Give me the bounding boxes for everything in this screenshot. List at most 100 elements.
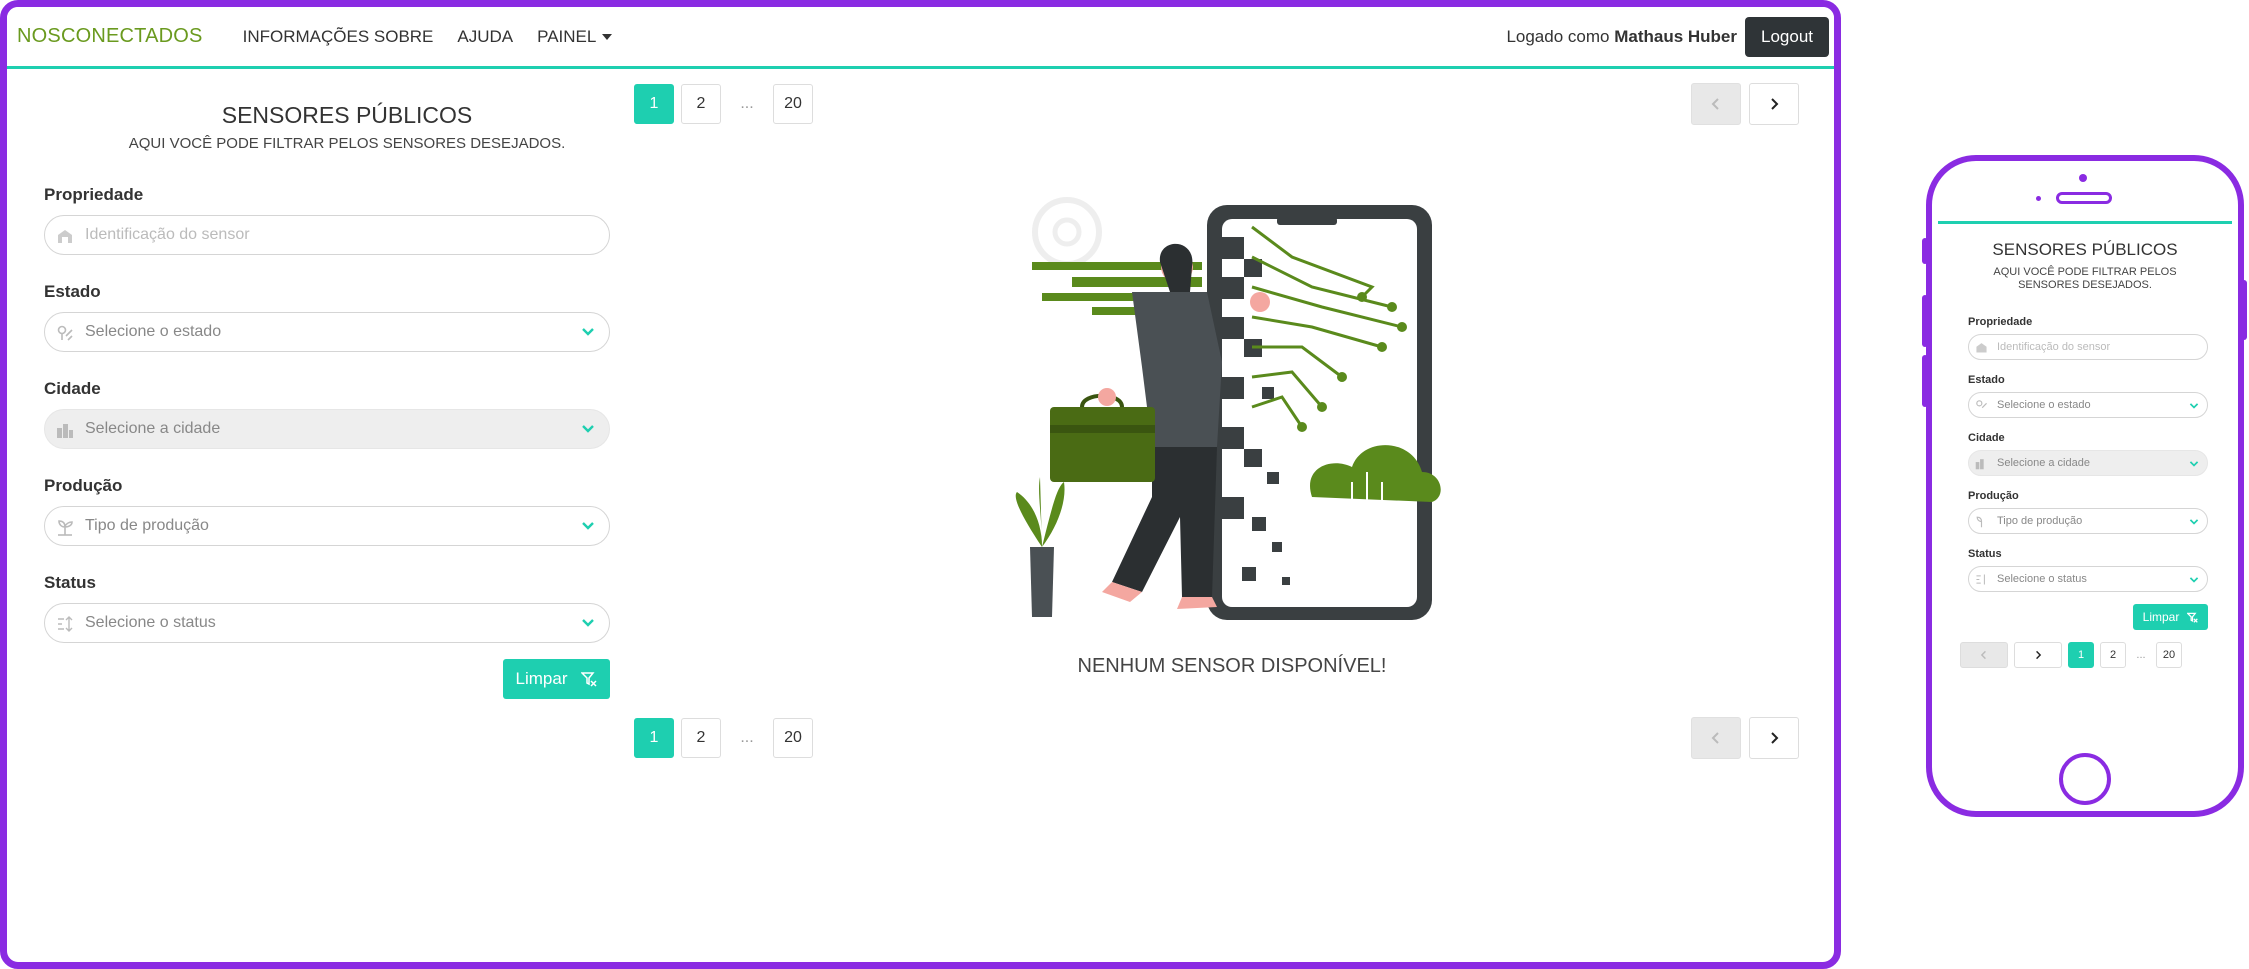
- mobile-next-page-button[interactable]: [2014, 642, 2062, 668]
- chevron-down-icon: [582, 522, 594, 530]
- page-button[interactable]: 20: [773, 84, 813, 124]
- nav-panel-label: PAINEL: [537, 26, 597, 46]
- status-value: Selecione o status: [85, 614, 216, 631]
- mobile-page-subtitle: AQUI VOCÊ PODE FILTRAR PELOS SENSORES DE…: [1993, 266, 2177, 291]
- mobile-clear-filters-button[interactable]: Limpar: [2133, 604, 2208, 630]
- state-value: Selecione o estado: [85, 323, 222, 340]
- chevron-left-icon: [1711, 98, 1719, 110]
- page-button[interactable]: 1: [634, 718, 674, 758]
- mobile-filter-panel: Propriedade Identificação do sensor Esta…: [1968, 316, 2208, 630]
- property-label: Propriedade: [44, 185, 144, 204]
- empty-state-message: NENHUM SENSOR DISPONÍVEL!: [1077, 655, 1387, 677]
- chevron-down-icon: [2189, 577, 2199, 583]
- phone-home-button[interactable]: [2059, 753, 2111, 805]
- chevron-down-icon: [582, 619, 594, 627]
- page-button[interactable]: 2: [681, 718, 721, 758]
- state-label: Estado: [44, 282, 101, 301]
- mobile-status-value: Selecione o status: [1997, 573, 2087, 585]
- logged-as-label: Logado como: [1506, 26, 1610, 46]
- navbar: NOSCONECTADOS INFORMAÇÕES SOBRE AJUDA PA…: [7, 7, 1834, 69]
- mobile-production-label: Produção: [1968, 490, 2019, 502]
- production-select[interactable]: Tipo de produção: [44, 506, 610, 546]
- chevron-down-icon: [582, 328, 594, 336]
- city-icon: [57, 424, 73, 438]
- prev-page-button[interactable]: [1691, 83, 1741, 125]
- mobile-state-select[interactable]: Selecione o estado: [1968, 392, 2208, 418]
- chevron-right-icon: [1771, 732, 1779, 744]
- mobile-clear-label: Limpar: [2142, 610, 2180, 624]
- page-button[interactable]: 1: [634, 84, 674, 124]
- property-placeholder: Identificação do sensor: [85, 226, 250, 243]
- status-icon: [1976, 574, 1985, 585]
- city-icon: [1975, 459, 1984, 470]
- nav-links: INFORMAÇÕES SOBRE AJUDA PAINEL: [243, 27, 613, 47]
- page-button[interactable]: 2: [681, 84, 721, 124]
- filter-clear-icon: [2187, 612, 2199, 623]
- user-name: Mathaus Huber: [1614, 26, 1737, 46]
- page-ellipsis: ...: [740, 95, 754, 112]
- arrow-pager-bottom: [1691, 717, 1799, 759]
- logout-button[interactable]: Logout: [1745, 16, 1829, 57]
- next-page-button[interactable]: [1749, 83, 1799, 125]
- mobile-city-value: Selecione a cidade: [1997, 457, 2090, 469]
- chevron-down-icon: [2189, 519, 2199, 525]
- prev-page-button[interactable]: [1691, 717, 1741, 759]
- mobile-page-button[interactable]: 2: [2100, 642, 2126, 668]
- user-area: Logado como Mathaus Huber Logout: [1506, 16, 1829, 57]
- barn-icon: [1976, 343, 1987, 353]
- clear-label: Limpar: [515, 669, 568, 688]
- production-label: Produção: [44, 476, 123, 495]
- barn-icon: [58, 230, 72, 243]
- status-label: Status: [44, 573, 96, 592]
- desktop-view: NOSCONECTADOS INFORMAÇÕES SOBRE AJUDA PA…: [0, 0, 1841, 969]
- caret-down-icon: [602, 33, 613, 40]
- pagination-bottom: 1 2 ... 20: [634, 718, 813, 758]
- mobile-property-label: Propriedade: [1968, 316, 2033, 328]
- mobile-clear-row: Limpar: [1968, 604, 2208, 630]
- mobile-property-placeholder: Identificação do sensor: [1997, 341, 2111, 353]
- clear-filters-button[interactable]: Limpar: [503, 659, 610, 699]
- chevron-left-icon: [1980, 650, 1986, 660]
- status-select[interactable]: Selecione o status: [44, 603, 610, 643]
- page-subtitle: AQUI VOCÊ PODE FILTRAR PELOS SENSORES DE…: [128, 135, 566, 152]
- mobile-page-ellipsis: ...: [2136, 649, 2146, 661]
- mobile-property-input[interactable]: Identificação do sensor: [1968, 334, 2208, 360]
- mobile-prev-page-button[interactable]: [1960, 642, 2008, 668]
- logged-user-text: Logado como Mathaus Huber: [1506, 27, 1737, 47]
- filter-clear-icon: [581, 672, 598, 687]
- nav-help-link[interactable]: AJUDA: [457, 27, 513, 47]
- next-page-button[interactable]: [1749, 717, 1799, 759]
- mobile-page-title: SENSORES PÚBLICOS: [1992, 240, 2178, 259]
- city-select[interactable]: Selecione a cidade: [44, 409, 610, 449]
- page-button[interactable]: 20: [773, 718, 813, 758]
- nav-info-link[interactable]: INFORMAÇÕES SOBRE: [243, 27, 434, 47]
- page-ellipsis: ...: [740, 729, 754, 746]
- city-value: Selecione a cidade: [85, 420, 221, 437]
- clear-row: Limpar: [44, 659, 610, 699]
- sprout-icon: [1976, 516, 1983, 528]
- mobile-production-value: Tipo de produção: [1997, 515, 2083, 527]
- sprout-icon: [58, 520, 73, 536]
- mobile-view: SENSORES PÚBLICOS AQUI VOCÊ PODE FILTRAR…: [1926, 155, 2244, 817]
- production-value: Tipo de produção: [85, 517, 209, 534]
- mobile-city-select[interactable]: Selecione a cidade: [1968, 450, 2208, 476]
- phone-speaker: [2056, 192, 2112, 204]
- mobile-production-select[interactable]: Tipo de produção: [1968, 508, 2208, 534]
- property-input[interactable]: Identificação do sensor: [44, 215, 610, 255]
- mobile-state-value: Selecione o estado: [1997, 399, 2091, 411]
- mobile-pagination: 1 2 ... 20: [1960, 642, 2232, 668]
- nav-panel-dropdown[interactable]: PAINEL: [537, 26, 613, 47]
- chevron-right-icon: [1771, 98, 1779, 110]
- empty-state-illustration: [1015, 197, 1441, 620]
- chevron-right-icon: [2036, 650, 2042, 660]
- mobile-page-button[interactable]: 1: [2068, 642, 2094, 668]
- filter-panel: SENSORES PÚBLICOS AQUI VOCÊ PODE FILTRAR…: [44, 102, 610, 699]
- pagination-top: 1 2 ... 20: [634, 84, 813, 124]
- brand-logo[interactable]: NOSCONECTADOS: [17, 25, 203, 48]
- map-pin-icon: [1976, 400, 1987, 409]
- mobile-page-button[interactable]: 20: [2156, 642, 2182, 668]
- state-select[interactable]: Selecione o estado: [44, 312, 610, 352]
- mobile-status-select[interactable]: Selecione o status: [1968, 566, 2208, 592]
- chevron-down-icon: [2189, 403, 2199, 409]
- phone-sensor: [2036, 196, 2041, 201]
